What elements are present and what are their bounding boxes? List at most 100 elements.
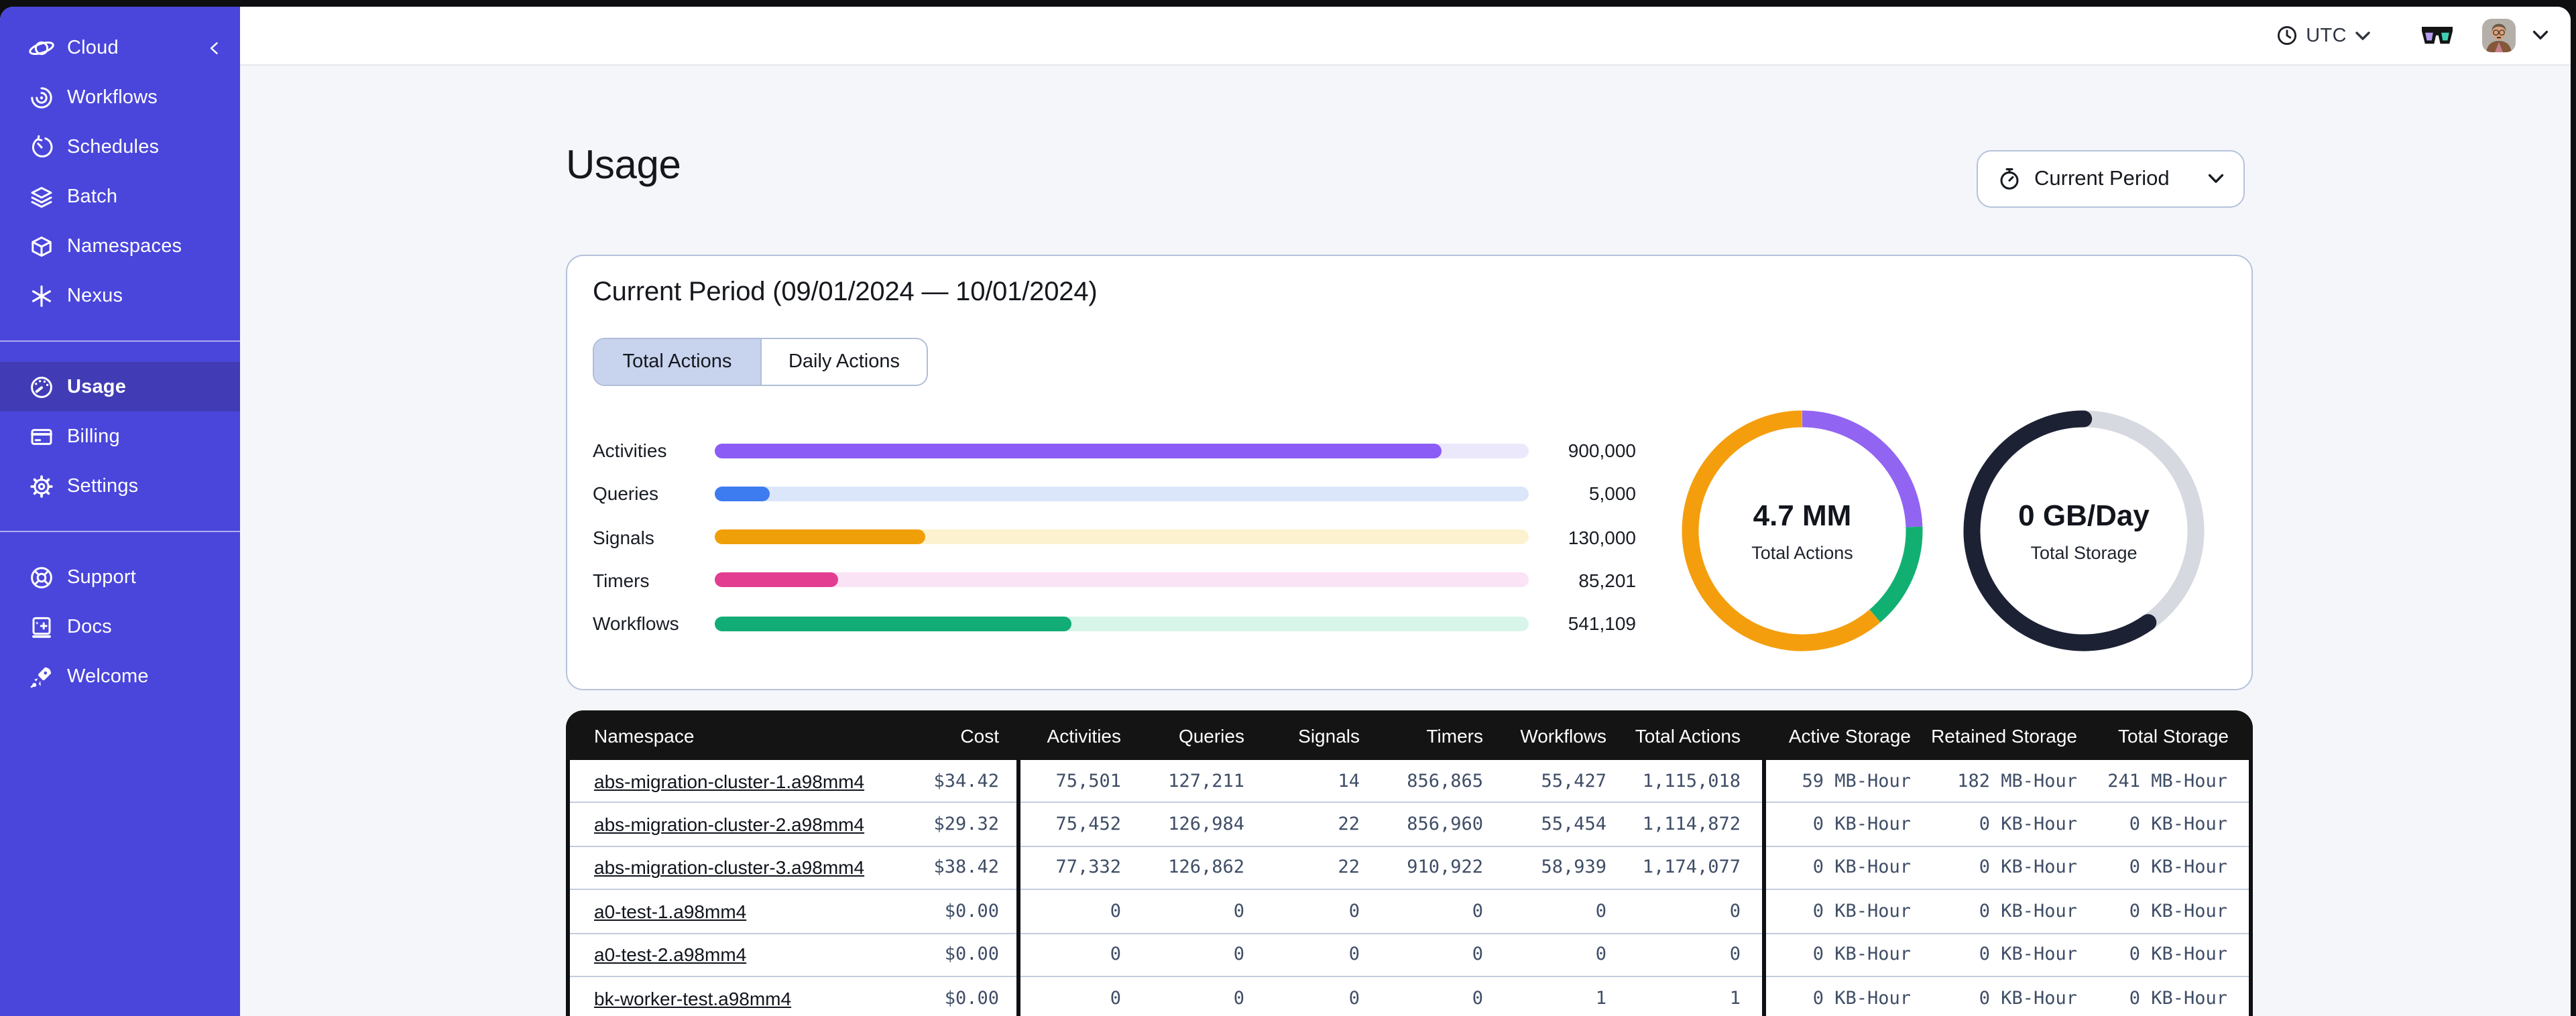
column-header-workflows: Workflows xyxy=(1520,724,1606,746)
table-cell: 0 xyxy=(1729,944,1741,966)
account-menu-chevron-icon[interactable] xyxy=(2532,29,2549,42)
table-cell: 0 xyxy=(1595,900,1606,922)
sidebar-item-label: Batch xyxy=(67,186,118,207)
sidebar-item-cloud[interactable]: Cloud xyxy=(0,23,240,72)
sidebar-item-workflows[interactable]: Workflows xyxy=(0,72,240,122)
table-cell: $38.42 xyxy=(933,856,999,879)
usage-bar-row: Signals 130,000 xyxy=(593,515,1636,559)
table-cell: 0 xyxy=(1233,944,1244,966)
table-cell: 856,865 xyxy=(1407,770,1483,792)
table-header-row: Namespace Cost Activities Queries Signals Tim… xyxy=(566,710,2253,760)
timezone-selector[interactable]: UTC xyxy=(2275,24,2371,47)
usage-gauge-icon xyxy=(28,373,55,400)
table-cell: 55,454 xyxy=(1541,814,1606,836)
namespace-cell: a0-test-2.a98mm4 xyxy=(570,944,911,966)
table-cell: 0 KB-Hour xyxy=(2129,814,2227,836)
sidebar-item-billing[interactable]: Billing xyxy=(0,411,240,461)
temporal-cloud-icon xyxy=(28,34,55,61)
sidebar-item-welcome[interactable]: Welcome xyxy=(0,651,240,701)
sidebar-item-support[interactable]: Support xyxy=(0,552,240,602)
tab-daily-actions[interactable]: Daily Actions xyxy=(760,339,927,385)
namespace-link[interactable]: abs-migration-cluster-1.a98mm4 xyxy=(594,770,864,791)
sidebar-item-schedules[interactable]: Schedules xyxy=(0,122,240,172)
app-window: Cloud Workflows Schedules Batch Namespac… xyxy=(0,7,2571,1016)
table-cell: 0 xyxy=(1110,900,1121,922)
table-cell: 1,174,077 xyxy=(1642,856,1741,879)
chevron-down-icon xyxy=(2355,30,2371,41)
sidebar-item-label: Namespaces xyxy=(67,235,182,257)
table-cell: 75,452 xyxy=(1055,814,1121,836)
period-selector-button[interactable]: Current Period xyxy=(1977,150,2245,208)
sidebar-divider xyxy=(0,340,240,342)
nexus-asterisk-icon xyxy=(28,282,55,309)
sidebar-item-settings[interactable]: Settings xyxy=(0,461,240,511)
table-cell: 0 KB-Hour xyxy=(1979,856,2077,879)
table-cell: $0.00 xyxy=(944,987,999,1009)
sidebar-item-batch[interactable]: Batch xyxy=(0,172,240,221)
table-cell: 1 xyxy=(1595,987,1606,1009)
collapse-sidebar-icon[interactable] xyxy=(205,38,224,57)
bar-value: 130,000 xyxy=(1568,526,1636,548)
sidebar-item-usage[interactable]: Usage xyxy=(0,362,240,411)
desktop-background: Cloud Workflows Schedules Batch Namespac… xyxy=(0,0,2576,1016)
bar-fill xyxy=(715,572,839,588)
bar-track xyxy=(715,486,1529,501)
table-cell: 910,922 xyxy=(1407,856,1483,879)
table-cell: 59 MB-Hour xyxy=(1802,770,1911,792)
table-cell: 1 xyxy=(1729,987,1741,1009)
namespace-link[interactable]: abs-migration-cluster-3.a98mm4 xyxy=(594,857,864,879)
bar-track xyxy=(715,572,1529,588)
tab-total-actions[interactable]: Total Actions xyxy=(594,339,760,385)
settings-gear-icon xyxy=(28,472,55,499)
usage-bar-row: Timers 85,201 xyxy=(593,559,1636,602)
namespace-link[interactable]: a0-test-1.a98mm4 xyxy=(594,901,746,922)
batch-layers-icon xyxy=(28,183,55,210)
table-cell: 0 KB-Hour xyxy=(1812,814,1911,836)
table-cell: 0 xyxy=(1348,944,1360,966)
column-header-signals: Signals xyxy=(1298,724,1360,746)
sidebar-item-nexus[interactable]: Nexus xyxy=(0,271,240,320)
sidebar-item-label: Support xyxy=(67,566,136,588)
table-cell: $0.00 xyxy=(944,900,999,922)
bar-category-label: Workflows xyxy=(593,613,679,635)
table-cell: 0 KB-Hour xyxy=(2129,856,2227,879)
timezone-label: UTC xyxy=(2306,25,2347,46)
avatar[interactable] xyxy=(2482,19,2516,52)
table-cell: $29.32 xyxy=(933,814,999,836)
bar-category-label: Signals xyxy=(593,526,654,548)
table-cell: 0 KB-Hour xyxy=(1979,900,2077,922)
labs-glasses-icon[interactable] xyxy=(2419,24,2455,47)
total-storage-value: 0 GB/Day xyxy=(2018,499,2150,532)
table-cell: 0 xyxy=(1233,900,1244,922)
table-cell: 0 KB-Hour xyxy=(2129,900,2227,922)
table-cell: 1,114,872 xyxy=(1642,814,1741,836)
table-cell: 0 KB-Hour xyxy=(1812,987,1911,1009)
table-cell: $0.00 xyxy=(944,944,999,966)
table-cell: 0 xyxy=(1472,944,1483,966)
namespace-link[interactable]: a0-test-2.a98mm4 xyxy=(594,944,746,966)
table-row: abs-migration-cluster-1.a98mm4 $34.42 75,5… xyxy=(570,760,2249,804)
table-cell: 22 xyxy=(1338,856,1360,879)
table-cell: 0 xyxy=(1595,944,1606,966)
support-lifebuoy-icon xyxy=(28,564,55,590)
sidebar-item-namespaces[interactable]: Namespaces xyxy=(0,221,240,271)
main-content: Usage Current Period Current Period (09/… xyxy=(240,66,2571,1016)
table-group-divider xyxy=(1762,760,1766,1016)
card-title: Current Period (09/01/2024 — 10/01/2024) xyxy=(593,277,1098,307)
table-cell: 0 KB-Hour xyxy=(1979,814,2077,836)
sidebar-item-docs[interactable]: Docs xyxy=(0,602,240,651)
table-cell: 0 xyxy=(1110,987,1121,1009)
column-header-total-actions: Total Actions xyxy=(1635,724,1741,746)
total-actions-donut: 4.7 MM Total Actions xyxy=(1675,403,1930,658)
page-title: Usage xyxy=(566,143,681,188)
namespace-link[interactable]: bk-worker-test.a98mm4 xyxy=(594,987,791,1009)
table-cell: 126,984 xyxy=(1168,814,1244,836)
bar-category-label: Activities xyxy=(593,440,667,462)
bar-fill xyxy=(715,616,1072,631)
sidebar: Cloud Workflows Schedules Batch Namespac… xyxy=(0,7,240,1016)
table-cell: 0 xyxy=(1348,987,1360,1009)
usage-bar-row: Workflows 541,109 xyxy=(593,602,1636,645)
namespace-link[interactable]: abs-migration-cluster-2.a98mm4 xyxy=(594,814,864,835)
bar-value: 85,201 xyxy=(1578,569,1636,591)
stopwatch-icon xyxy=(1997,166,2022,192)
